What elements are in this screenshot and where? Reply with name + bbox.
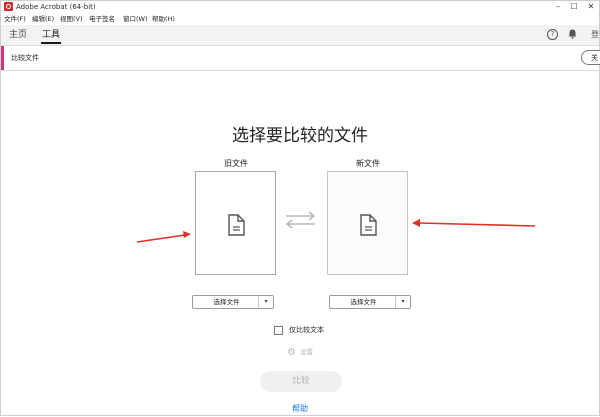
help-link[interactable]: 帮助	[1, 404, 599, 414]
menu-bar: 文件(F) 编辑(E) 视图(V) 电子签名 窗口(W) 帮助(H)	[1, 13, 599, 25]
select-old-file-label: 选择文件	[213, 298, 240, 306]
menu-file[interactable]: 文件(F)	[4, 14, 26, 24]
sign-in-icon[interactable]: 登	[591, 29, 599, 40]
help-icon[interactable]: ?	[547, 29, 558, 40]
tool-toolbar: 比较文件 关	[1, 46, 600, 71]
chevron-down-icon[interactable]: ▾	[258, 296, 273, 308]
select-new-file-button[interactable]: 选择文件 ▾	[329, 295, 411, 309]
tab-home[interactable]: 主页	[9, 29, 27, 41]
compare-text-only-checkbox[interactable]	[274, 326, 283, 335]
menu-window[interactable]: 窗口(W)	[123, 14, 148, 24]
chevron-down-icon[interactable]: ▾	[395, 296, 410, 308]
compare-button[interactable]: 比较	[260, 371, 342, 392]
title-bar: Adobe Acrobat (64-bit) – ☐ ✕	[1, 1, 599, 13]
menu-help[interactable]: 帮助(H)	[152, 14, 175, 24]
menu-edit[interactable]: 编辑(E)	[32, 14, 54, 24]
new-file-label: 新文件	[356, 159, 380, 168]
compare-text-only-label[interactable]: 仅比较文本	[289, 325, 324, 335]
tool-title: 比较文件	[11, 54, 39, 62]
document-icon	[360, 214, 377, 236]
annotation-arrow-right	[418, 222, 536, 227]
select-new-file-label: 选择文件	[350, 298, 377, 306]
annotation-arrow-left	[136, 234, 186, 243]
close-window-button[interactable]: ✕	[583, 1, 599, 13]
settings-label[interactable]: 设置	[300, 348, 313, 357]
gear-icon[interactable]: ⚙	[286, 347, 297, 358]
minimize-button[interactable]: –	[550, 1, 566, 13]
document-icon	[228, 214, 245, 236]
new-file-dropzone[interactable]	[327, 171, 408, 275]
menu-esign[interactable]: 电子签名	[89, 14, 115, 24]
old-file-dropzone[interactable]	[195, 171, 276, 275]
tab-tools[interactable]: 工具	[40, 29, 62, 44]
swap-files-icon[interactable]	[284, 211, 317, 229]
tool-accent-bar	[1, 46, 4, 70]
select-old-file-button[interactable]: 选择文件 ▾	[192, 295, 274, 309]
maximize-button[interactable]: ☐	[566, 1, 582, 13]
window-title: Adobe Acrobat (64-bit)	[16, 3, 96, 11]
close-tool-button[interactable]: 关	[581, 50, 600, 65]
old-file-label: 旧文件	[224, 159, 248, 168]
menu-view[interactable]: 视图(V)	[60, 14, 83, 24]
tab-bar: 主页 工具 ? 登	[1, 25, 599, 46]
bell-icon[interactable]	[567, 29, 578, 40]
page-title: 选择要比较的文件	[232, 126, 368, 146]
acrobat-logo-icon	[4, 2, 13, 11]
